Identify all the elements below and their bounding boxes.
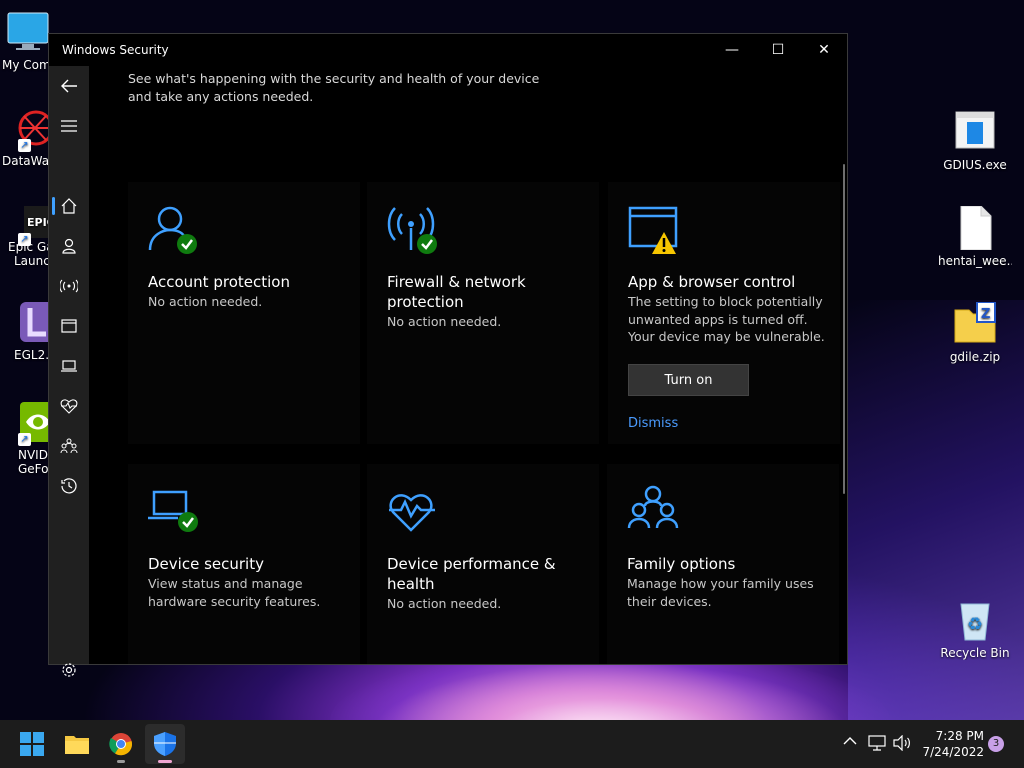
taskbar: 7:28 PM 7/24/2022 3: [0, 720, 1024, 768]
card-description: Manage how your family uses their device…: [627, 576, 814, 609]
hamburger-icon: [61, 120, 77, 132]
dismiss-link[interactable]: Dismiss: [628, 416, 678, 431]
person-icon: [62, 238, 76, 254]
desktop-icon-gdile-zip[interactable]: Z gdile.zip: [938, 301, 1012, 364]
turn-on-button[interactable]: Turn on: [628, 364, 749, 396]
card-title: Device security: [148, 555, 264, 573]
start-button[interactable]: [12, 724, 52, 764]
family-icon: [60, 438, 78, 454]
taskbar-file-explorer[interactable]: [57, 724, 97, 764]
card-app-browser-control[interactable]: App & browser control The setting to blo…: [608, 182, 840, 444]
page-intro-text: See what's happening with the security a…: [128, 71, 540, 104]
card-title: Account protection: [148, 273, 290, 291]
card-description: No action needed.: [387, 596, 502, 611]
firewall-network-icon: [387, 202, 443, 258]
egl2-icon: [6, 300, 54, 344]
device-health-icon: [387, 484, 443, 540]
desktop-icon-nvidia[interactable]: ↗ NVIDI GeFor: [2, 400, 54, 476]
maximize-button[interactable]: ☐: [755, 34, 801, 66]
menu-button[interactable]: [49, 108, 89, 144]
tray-overflow-chevron[interactable]: [843, 734, 857, 750]
device-security-icon: [148, 484, 204, 540]
network-icon[interactable]: [868, 735, 886, 755]
svg-text:EPIC: EPIC: [27, 216, 50, 229]
system-clock[interactable]: 7:28 PM 7/24/2022: [920, 728, 984, 760]
card-title: App & browser control: [628, 273, 796, 291]
vertical-scrollbar[interactable]: [843, 164, 845, 494]
nav-device-security[interactable]: [49, 348, 89, 384]
nav-protection-history[interactable]: [49, 468, 89, 504]
exe-icon: [953, 110, 997, 154]
card-title: Device performance & health: [387, 555, 556, 593]
nvidia-icon: ↗: [6, 400, 54, 446]
desktop-icon-hentai-file[interactable]: hentai_wee...: [938, 205, 1012, 268]
taskbar-chrome[interactable]: [101, 724, 141, 764]
nav-family[interactable]: [49, 428, 89, 464]
close-button[interactable]: ✕: [801, 34, 847, 66]
card-device-security[interactable]: Device security View status and manage h…: [128, 464, 360, 664]
heart-pulse-icon: [60, 399, 78, 414]
browser-window-icon: [61, 319, 77, 333]
account-protection-icon: [148, 202, 204, 258]
epic-games-icon: EPIC ↗: [6, 206, 55, 250]
windows-security-window[interactable]: Windows Security — ☐ ✕ See what's happen…: [48, 33, 848, 677]
back-button[interactable]: [49, 68, 89, 104]
card-firewall-network-protection[interactable]: Firewall & network protection No action …: [367, 182, 599, 444]
chevron-up-icon: [843, 737, 857, 745]
home-icon: [61, 198, 77, 214]
nav-app-browser[interactable]: [49, 308, 89, 344]
datawag-icon: ↗: [6, 106, 54, 152]
nav-device-health[interactable]: [49, 388, 89, 424]
clock-time: 7:28 PM: [935, 729, 984, 743]
nav-settings[interactable]: [49, 652, 89, 688]
svg-text:♻: ♻: [967, 614, 983, 635]
desktop-icon-egl2[interactable]: EGL2.e: [2, 300, 54, 362]
card-family-options[interactable]: Family options Manage how your family us…: [607, 464, 839, 664]
monitor-icon: [6, 10, 50, 54]
desktop-icon-recycle-bin[interactable]: ♻ Recycle Bin: [938, 598, 1012, 660]
app-browser-control-icon: [628, 202, 684, 258]
card-title: Family options: [627, 555, 736, 573]
desktop-icon-gdius[interactable]: GDIUS.exe: [938, 110, 1012, 172]
running-indicator: [117, 760, 125, 763]
family-options-icon: [627, 484, 683, 540]
svg-text:Z: Z: [981, 307, 990, 322]
chrome-icon: [109, 733, 133, 756]
zip-folder-icon: Z: [953, 301, 997, 346]
back-arrow-icon: [61, 79, 77, 93]
desktop-icon-my-computer[interactable]: My Com: [2, 10, 54, 72]
card-title: Firewall & network protection: [387, 273, 526, 311]
card-device-performance-health[interactable]: Device performance & health No action ne…: [367, 464, 599, 664]
laptop-icon: [61, 360, 77, 372]
antenna-icon: [60, 279, 78, 293]
nav-home[interactable]: [49, 188, 89, 224]
card-description: View status and manage hardware security…: [148, 576, 321, 609]
clock-date: 7/24/2022: [922, 745, 984, 759]
running-indicator: [158, 760, 172, 763]
notification-badge[interactable]: 3: [988, 736, 1004, 752]
shield-icon: [154, 732, 176, 756]
folder-icon: [65, 736, 89, 754]
window-title: Windows Security: [62, 43, 169, 57]
desktop-icon-epic-games[interactable]: EPIC ↗ Epic Ga Launch: [2, 206, 55, 268]
nav-account-protection[interactable]: [49, 228, 89, 264]
card-description: No action needed.: [387, 314, 502, 329]
recycle-bin-icon: ♻: [953, 598, 997, 642]
volume-icon[interactable]: [893, 734, 911, 755]
nav-firewall[interactable]: [49, 268, 89, 304]
windows-start-icon: [20, 732, 44, 756]
file-icon: [953, 205, 997, 251]
history-icon: [61, 478, 77, 494]
taskbar-windows-security[interactable]: [145, 724, 185, 764]
card-description: No action needed.: [148, 294, 263, 309]
navigation-pane: [49, 66, 89, 677]
gear-icon: [62, 663, 76, 677]
main-content: See what's happening with the security a…: [89, 66, 847, 664]
card-description: The setting to block potentially unwante…: [628, 294, 825, 344]
desktop-icon-datawag[interactable]: ↗ DataWag: [2, 106, 54, 168]
minimize-button[interactable]: —: [709, 34, 755, 66]
title-bar[interactable]: Windows Security — ☐ ✕: [49, 34, 847, 66]
card-account-protection[interactable]: Account protection No action needed.: [128, 182, 360, 444]
